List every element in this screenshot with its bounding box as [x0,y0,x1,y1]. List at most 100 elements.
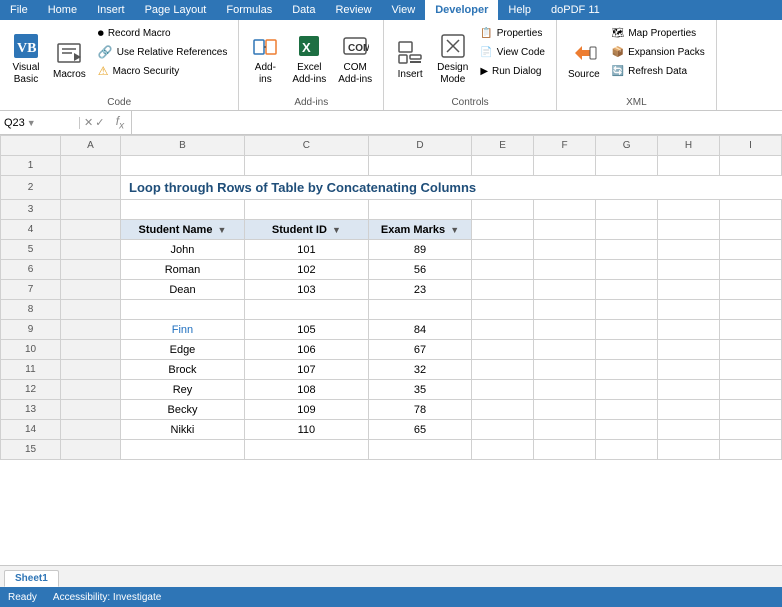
cell-a7[interactable] [61,280,121,300]
cell-i12[interactable] [720,380,782,400]
col-header-a[interactable]: A [61,136,121,156]
refresh-data-button[interactable]: 🔄 Refresh Data [607,62,710,80]
cell-b11[interactable]: Brock [121,360,245,380]
cell-b8[interactable] [121,300,245,320]
record-macro-button[interactable]: ⏺ Record Macro [93,24,233,42]
cell-e15[interactable] [472,440,534,460]
cell-h12[interactable] [658,380,720,400]
tab-help[interactable]: Help [498,0,541,20]
cell-d15[interactable] [368,440,471,460]
cell-e11[interactable] [472,360,534,380]
cell-g1[interactable] [596,156,658,176]
cell-i8[interactable] [720,300,782,320]
addins-button[interactable]: Add-ins [245,28,285,90]
cell-d3[interactable] [368,200,471,220]
col-header-f[interactable]: F [534,136,596,156]
cell-c7[interactable]: 103 [244,280,368,300]
cell-f15[interactable] [534,440,596,460]
insert-button[interactable]: Insert [390,28,430,90]
cell-i10[interactable] [720,340,782,360]
cell-f1[interactable] [534,156,596,176]
cell-c14[interactable]: 110 [244,420,368,440]
cell-e6[interactable] [472,260,534,280]
tab-view[interactable]: View [382,0,426,20]
cell-g15[interactable] [596,440,658,460]
col-id-dropdown-icon[interactable]: ▼ [332,225,341,235]
cell-i3[interactable] [720,200,782,220]
col-header-d[interactable]: D [368,136,471,156]
cell-i9[interactable] [720,320,782,340]
cell-f10[interactable] [534,340,596,360]
macro-security-button[interactable]: ⚠ Macro Security [93,62,233,80]
cell-b13[interactable]: Becky [121,400,245,420]
cell-f11[interactable] [534,360,596,380]
view-code-button[interactable]: 📄 View Code [475,43,550,61]
cell-h5[interactable] [658,240,720,260]
cell-h6[interactable] [658,260,720,280]
cell-a2[interactable] [61,176,121,200]
cell-c9[interactable]: 105 [244,320,368,340]
cell-b14[interactable]: Nikki [121,420,245,440]
cell-a9[interactable] [61,320,121,340]
use-relative-refs-button[interactable]: 🔗 Use Relative References [93,43,233,61]
cell-reference-box[interactable]: Q23 ▼ [0,117,80,129]
cell-h8[interactable] [658,300,720,320]
tab-insert[interactable]: Insert [87,0,135,20]
cell-b7[interactable]: Dean [121,280,245,300]
cell-b9[interactable]: Finn [121,320,245,340]
cell-e3[interactable] [472,200,534,220]
cell-d7[interactable]: 23 [368,280,471,300]
cell-f14[interactable] [534,420,596,440]
cell-b3[interactable] [121,200,245,220]
col-header-i[interactable]: I [720,136,782,156]
cell-g5[interactable] [596,240,658,260]
tab-page-layout[interactable]: Page Layout [135,0,217,20]
cell-f8[interactable] [534,300,596,320]
col-header-g[interactable]: G [596,136,658,156]
cell-a5[interactable] [61,240,121,260]
cell-i11[interactable] [720,360,782,380]
cell-a8[interactable] [61,300,121,320]
cell-ref-dropdown-icon[interactable]: ▼ [27,118,36,128]
cell-h13[interactable] [658,400,720,420]
col-marks-dropdown-icon[interactable]: ▼ [450,225,459,235]
col-header-h[interactable]: H [658,136,720,156]
cell-a15[interactable] [61,440,121,460]
cell-b10[interactable]: Edge [121,340,245,360]
run-dialog-button[interactable]: ▶ Run Dialog [475,62,550,80]
cell-e1[interactable] [472,156,534,176]
cell-f7[interactable] [534,280,596,300]
spreadsheet-title[interactable]: Loop through Rows of Table by Concatenat… [121,176,782,200]
cell-i1[interactable] [720,156,782,176]
cell-h9[interactable] [658,320,720,340]
cell-f6[interactable] [534,260,596,280]
col-name-dropdown-icon[interactable]: ▼ [218,225,227,235]
cell-b15[interactable] [121,440,245,460]
cell-e4[interactable] [472,220,534,240]
cell-b12[interactable]: Rey [121,380,245,400]
cell-e7[interactable] [472,280,534,300]
cell-h3[interactable] [658,200,720,220]
cell-b5[interactable]: John [121,240,245,260]
cell-f12[interactable] [534,380,596,400]
visual-basic-button[interactable]: VB VisualBasic [6,28,46,90]
col-header-e[interactable]: E [472,136,534,156]
cell-d9[interactable]: 84 [368,320,471,340]
cell-a4[interactable] [61,220,121,240]
cell-e12[interactable] [472,380,534,400]
cell-a3[interactable] [61,200,121,220]
cell-a1[interactable] [61,156,121,176]
cell-i14[interactable] [720,420,782,440]
cell-c10[interactable]: 106 [244,340,368,360]
cell-i13[interactable] [720,400,782,420]
cell-c5[interactable]: 101 [244,240,368,260]
map-properties-button[interactable]: 🗺 Map Properties [607,24,710,42]
cell-e8[interactable] [472,300,534,320]
col-header-c[interactable]: C [244,136,368,156]
cell-d1[interactable] [368,156,471,176]
table-header-id[interactable]: Student ID ▼ [244,220,368,240]
cell-f13[interactable] [534,400,596,420]
cell-g7[interactable] [596,280,658,300]
confirm-formula-icon[interactable]: ✓ [95,116,104,129]
cell-h4[interactable] [658,220,720,240]
